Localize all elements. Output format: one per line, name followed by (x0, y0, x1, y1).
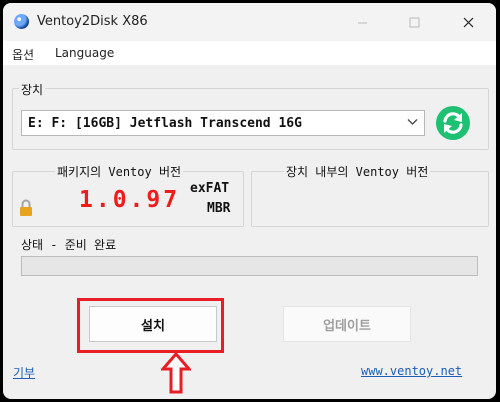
minimize-button[interactable] (343, 9, 381, 35)
device-version-label: 장치 내부의 Ventoy 버전 (284, 163, 431, 180)
package-version-value: 1.0.97 (79, 187, 181, 213)
donate-link[interactable]: 기부 (13, 364, 35, 381)
maximize-button[interactable] (395, 9, 433, 35)
status-progress-bar (21, 256, 478, 276)
device-group-label: 장치 (19, 81, 46, 98)
package-version-label: 패키지의 Ventoy 버전 (55, 163, 184, 180)
title-bar: Ventoy2Disk X86 (3, 3, 496, 41)
chevron-down-icon (407, 116, 418, 130)
ventoy-logo-icon (14, 14, 29, 29)
ventoy2disk-window: Ventoy2Disk X86 옵션 Language 장치 E: F: [16… (3, 3, 496, 399)
website-link[interactable]: www.ventoy.net (361, 364, 462, 378)
filesystem-label: exFAT (190, 181, 230, 196)
menu-bar: 옵션 Language (3, 41, 496, 65)
close-button[interactable] (449, 9, 487, 35)
device-select-value: E: F: [16GB] Jetflash Transcend 16G (28, 116, 302, 131)
lock-icon (19, 199, 33, 220)
minimize-icon (357, 22, 367, 23)
update-button[interactable]: 업데이트 (283, 306, 411, 342)
status-label: 상태 - 준비 완료 (19, 236, 119, 253)
refresh-button[interactable] (436, 106, 470, 140)
menu-language[interactable]: Language (55, 46, 114, 60)
partition-style-label: MBR (207, 201, 231, 216)
window-title: Ventoy2Disk X86 (37, 14, 148, 29)
menu-options[interactable]: 옵션 (12, 46, 34, 63)
install-highlight-box (77, 298, 224, 353)
refresh-icon (443, 112, 463, 134)
maximize-icon (409, 17, 419, 27)
device-select[interactable]: E: F: [16GB] Jetflash Transcend 16G (21, 110, 425, 136)
close-icon (463, 17, 473, 27)
up-arrow-icon (159, 351, 193, 398)
